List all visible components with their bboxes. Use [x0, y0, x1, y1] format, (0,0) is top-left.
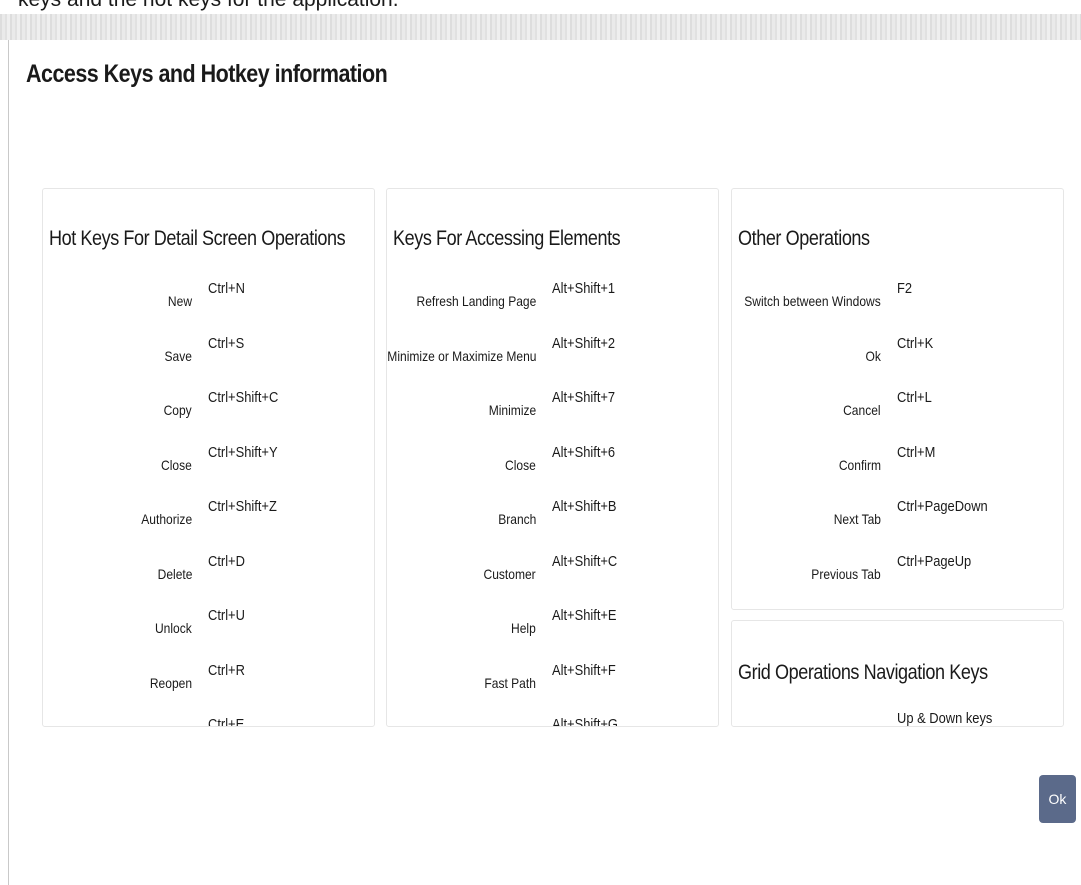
hotkey-action-label: Confirm	[838, 456, 881, 473]
hotkey-action-label: New	[167, 293, 192, 309]
document-caption: keys and the hot keys for the applicatio…	[18, 0, 399, 12]
hotkey-action-label: Copy	[163, 402, 192, 418]
hotkey-combination: Ctrl+M	[897, 443, 936, 461]
hotkey-combination: Alt+Shift+2	[552, 334, 616, 352]
hotkey-row: Ctrl+E	[43, 716, 374, 727]
hotkey-action-label: Delete	[157, 565, 192, 582]
panel-detail-screen-hotkeys: Hot Keys For Detail Screen Operations Ne…	[42, 188, 375, 727]
panel-title: Keys For Accessing Elements	[393, 227, 621, 250]
hotkey-action-label: Customer	[483, 565, 536, 582]
hotkey-combination: Ctrl+R	[208, 661, 245, 679]
hotkey-row: Close Ctrl+Shift+Y	[43, 443, 374, 487]
hotkey-row: Customer Alt+Shift+C	[387, 552, 718, 596]
hotkey-action-label: Fast Path	[484, 674, 536, 691]
hotkey-row: Authorize Ctrl+Shift+Z	[43, 498, 374, 541]
hotkey-action-label: Branch	[497, 511, 536, 527]
hotkey-row: Minimize or Maximize Menu Alt+Shift+2	[386, 334, 718, 378]
hotkey-action-label: Cancel	[843, 402, 881, 418]
background-toolbar	[0, 14, 1081, 40]
hotkey-combination: Alt+Shift+E	[552, 607, 617, 624]
hotkey-combination: F2	[897, 280, 913, 297]
hotkey-row: Copy Ctrl+Shift+C	[43, 389, 374, 432]
hotkey-combination: Ctrl+E	[208, 716, 245, 727]
hotkey-combination: Ctrl+S	[208, 334, 245, 352]
hotkey-row: Switch between Windows F2	[732, 280, 1063, 323]
hotkey-combination: Ctrl+N	[208, 280, 245, 297]
hotkey-combination: Ctrl+Shift+C	[208, 389, 279, 406]
hotkey-row: Next Tab Ctrl+PageDown	[732, 498, 1063, 541]
hotkey-row: New Ctrl+N	[43, 280, 374, 323]
hotkey-combination: Ctrl+U	[208, 607, 245, 624]
hotkey-row: Delete Ctrl+D	[43, 552, 374, 596]
hotkey-action-label: Close	[505, 456, 536, 473]
hotkey-combination: Ctrl+L	[897, 389, 932, 406]
hotkey-action-label: Refresh Landing Page	[416, 293, 536, 309]
hotkey-combination: Alt+Shift+G	[552, 716, 618, 727]
hotkey-combination: Alt+Shift+F	[552, 661, 616, 679]
hotkey-row: Refresh Landing Page Alt+Shift+1	[387, 280, 718, 323]
panel-title: Grid Operations Navigation Keys	[738, 661, 988, 684]
hotkey-action-label: Switch between Windows	[744, 293, 881, 309]
hotkey-action-label: Unlock	[155, 620, 192, 636]
hotkey-row: Confirm Ctrl+M	[732, 443, 1063, 487]
hotkey-combination: Ctrl+K	[897, 334, 934, 352]
panel-title: Other Operations	[738, 227, 870, 250]
hotkey-action-label: Help	[511, 620, 536, 636]
hotkey-row: Previous Tab Ctrl+PageUp	[732, 552, 1063, 596]
hotkey-row: Close Alt+Shift+6	[387, 443, 718, 487]
hotkey-combination: Alt+Shift+6	[552, 443, 616, 461]
hotkey-row: Save Ctrl+S	[43, 334, 374, 378]
hotkey-combination: Alt+Shift+B	[552, 498, 617, 515]
hotkey-combination: Ctrl+Shift+Y	[208, 443, 278, 461]
hotkey-action-label: Minimize or Maximize Menu	[386, 347, 536, 364]
hotkey-row: ..Alt+Shift+G	[387, 716, 718, 727]
hotkey-action-label: Next Tab	[833, 511, 881, 527]
hotkey-action-label: Reopen	[149, 674, 192, 691]
panel-title: Hot Keys For Detail Screen Operations	[49, 227, 346, 250]
hotkey-combination: Ctrl+PageDown	[897, 498, 988, 515]
hotkey-row: Ok Ctrl+K	[732, 334, 1063, 378]
hotkey-row: Minimize Alt+Shift+7	[387, 389, 718, 432]
dialog-title: Access Keys and Hotkey information	[26, 60, 388, 88]
hotkey-row: Cancel Ctrl+L	[732, 389, 1063, 432]
hotkey-combination: Ctrl+Shift+Z	[208, 498, 277, 515]
hotkey-action-label: Previous Tab	[811, 565, 881, 582]
panel-accessing-elements-keys: Keys For Accessing Elements Refresh Land…	[386, 188, 719, 727]
hotkey-row: Help Alt+Shift+E	[387, 607, 718, 650]
hotkey-action-label: Minimize	[488, 402, 536, 418]
hotkey-combination: Alt+Shift+7	[552, 389, 616, 406]
hotkey-action-label: Save	[164, 347, 192, 364]
panel-grid-navigation-keys: Grid Operations Navigation Keys Up & Dow…	[731, 620, 1064, 727]
hotkey-combination: Alt+Shift+C	[552, 552, 618, 570]
ok-button[interactable]: Ok	[1039, 775, 1076, 823]
hotkey-action-label: Ok	[865, 347, 881, 364]
hotkey-action-label: Close	[161, 456, 192, 473]
hotkey-combination: Ctrl+D	[208, 552, 245, 570]
hotkey-row: Reopen Ctrl+R	[43, 661, 374, 705]
hotkey-row: Unlock Ctrl+U	[43, 607, 374, 650]
hotkey-row: Up & Down keys	[732, 710, 1063, 727]
hotkey-combination: Ctrl+PageUp	[897, 552, 972, 570]
hotkey-row: Fast Path Alt+Shift+F	[387, 661, 718, 705]
hotkey-row: Branch Alt+Shift+B	[387, 498, 718, 541]
hotkey-combination: Up & Down keys	[897, 710, 993, 727]
hotkey-combination: Alt+Shift+1	[552, 280, 616, 297]
hotkey-action-label: Authorize	[141, 511, 192, 527]
panel-other-operations: Other Operations Switch between Windows F…	[731, 188, 1064, 610]
